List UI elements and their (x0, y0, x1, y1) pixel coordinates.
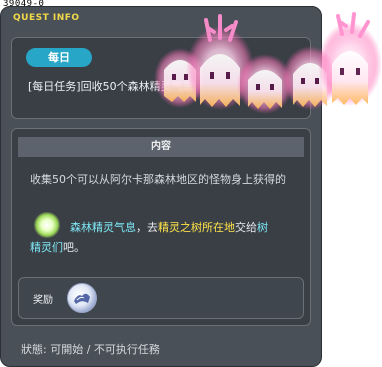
quest-description: 收集50个可以从阿尔卡那森林地区的怪物身上获得的 (30, 173, 286, 186)
window-title: QUEST INFO (13, 13, 80, 23)
reward-emblem-icon[interactable] (67, 283, 97, 313)
quest-content-panel: 内容 收集50个可以从阿尔卡那森林地区的怪物身上获得的 森林精灵气息，去精灵之树… (11, 128, 311, 326)
content-header: 内容 (18, 137, 304, 157)
target-name-2: 精灵们 (30, 241, 63, 254)
location-name: 精灵之树所在地 (158, 221, 235, 234)
quest-instruction-cont: 精灵们吧。 (30, 238, 85, 258)
green-orb-icon (34, 212, 60, 238)
quest-instruction: 森林精灵气息，去精灵之树所在地交给树 (70, 218, 306, 238)
quest-id: 39049-0 (3, 0, 45, 9)
daily-tag: 每日 (26, 48, 92, 67)
item-name: 森林精灵气息 (70, 221, 136, 234)
target-name-1: 树 (257, 221, 268, 234)
quest-status: 狀態: 可開始 / 不可执行任務 (21, 343, 160, 356)
reward-label: 奖励 (33, 295, 53, 306)
reward-box: 奖励 (18, 277, 304, 319)
instruction-text: ，去 (136, 221, 158, 234)
forest-spirit-illustration (154, 12, 382, 114)
spirit-5 (318, 12, 382, 106)
instruction-end: 吧。 (63, 241, 85, 254)
instruction-text-2: 交给 (235, 221, 257, 234)
